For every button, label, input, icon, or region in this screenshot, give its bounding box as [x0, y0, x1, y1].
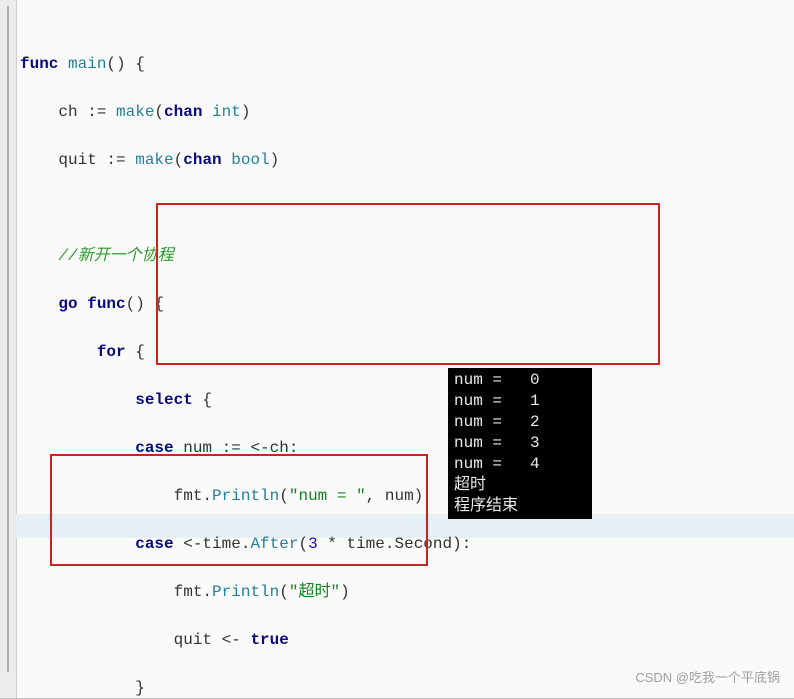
- code-line: fmt.Println("超时"): [16, 580, 794, 604]
- terminal-line: num = 0: [454, 370, 586, 391]
- code-line: fmt.Println("num = ", num): [16, 484, 794, 508]
- terminal-line: 超时: [454, 475, 586, 496]
- code-line: select {: [16, 388, 794, 412]
- code-line: quit <- true: [16, 628, 794, 652]
- terminal-line: num = 4: [454, 454, 586, 475]
- gutter: [0, 0, 17, 698]
- watermark: CSDN @吃我一个平底锅: [635, 667, 780, 686]
- terminal-line: num = 3: [454, 433, 586, 454]
- code-line: ch := make(chan int): [16, 100, 794, 124]
- code-line: case <-time.After(3 * time.Second):: [16, 532, 794, 556]
- blank-line: [16, 196, 794, 220]
- code-line: func main() {: [16, 52, 794, 76]
- code-line: //新开一个协程: [16, 244, 794, 268]
- code-line: go func() {: [16, 292, 794, 316]
- terminal-output: num = 0 num = 1 num = 2 num = 3 num = 4 …: [448, 368, 592, 519]
- code-line: case num := <-ch:: [16, 436, 794, 460]
- code-editor: func main() { ch := make(chan int) quit …: [0, 0, 794, 699]
- terminal-line: 程序结束: [454, 496, 586, 517]
- code-area: func main() { ch := make(chan int) quit …: [16, 4, 794, 698]
- terminal-line: num = 2: [454, 412, 586, 433]
- terminal-line: num = 1: [454, 391, 586, 412]
- code-line: quit := make(chan bool): [16, 148, 794, 172]
- code-line: for {: [16, 340, 794, 364]
